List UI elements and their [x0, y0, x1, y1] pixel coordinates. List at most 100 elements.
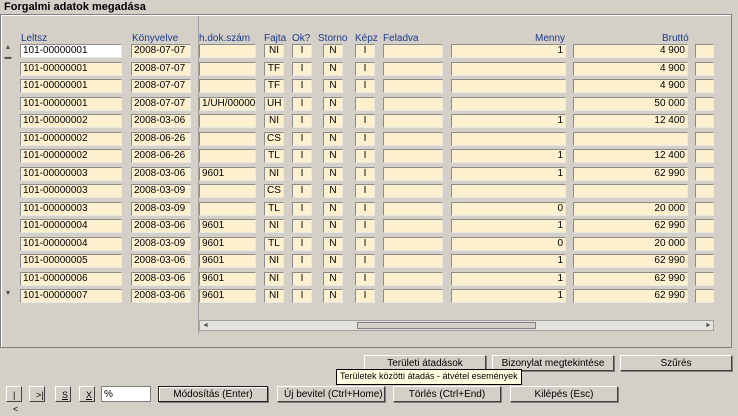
cell-storno[interactable]: N: [323, 184, 343, 198]
cell-fajta[interactable]: NI: [264, 44, 284, 58]
cell-menny[interactable]: [451, 79, 566, 93]
kilepes-button[interactable]: Kilépés (Esc): [510, 386, 618, 402]
cell-fajta[interactable]: TL: [264, 149, 284, 163]
cell-feladva[interactable]: [383, 149, 443, 163]
cell-ok[interactable]: I: [292, 289, 312, 303]
cell-fajta[interactable]: TF: [264, 61, 284, 76]
scroll-up-icon[interactable]: ▲: [4, 44, 12, 52]
cell-kepz[interactable]: I: [355, 201, 375, 216]
cell-storno[interactable]: N: [323, 236, 343, 251]
cell-extra[interactable]: [695, 61, 714, 76]
szures-button[interactable]: Szűrés: [620, 355, 732, 371]
cell-brutto[interactable]: 62 990: [573, 254, 688, 268]
cell-fajta[interactable]: NI: [264, 166, 284, 181]
cell-menny[interactable]: [451, 184, 566, 198]
cell-leltsz[interactable]: 101-00000001: [20, 61, 122, 76]
scroll-down-icon[interactable]: ▼: [4, 290, 12, 298]
cell-kepz[interactable]: I: [355, 254, 375, 268]
cell-konyv[interactable]: 2008-03-06: [131, 114, 191, 128]
cell-fajta[interactable]: NI: [264, 289, 284, 303]
cell-feladva[interactable]: [383, 131, 443, 146]
cell-leltsz[interactable]: 101-00000001: [20, 96, 122, 111]
cell-konyv[interactable]: 2008-07-07: [131, 79, 191, 93]
cell-leltsz[interactable]: 101-00000005: [20, 254, 122, 268]
cell-brutto[interactable]: 20 000: [573, 236, 688, 251]
cell-brutto[interactable]: 4 900: [573, 79, 688, 93]
cell-leltsz[interactable]: 101-00000001: [20, 44, 122, 58]
cell-fajta[interactable]: NI: [264, 219, 284, 233]
cell-extra[interactable]: [695, 254, 714, 268]
cell-ok[interactable]: I: [292, 96, 312, 111]
cell-menny[interactable]: 0: [451, 201, 566, 216]
cell-feladva[interactable]: [383, 201, 443, 216]
horizontal-scroll-thumb[interactable]: [357, 322, 536, 329]
cell-feladva[interactable]: [383, 61, 443, 76]
cell-kepz[interactable]: I: [355, 79, 375, 93]
cell-konyv[interactable]: 2008-03-09: [131, 236, 191, 251]
cell-ok[interactable]: I: [292, 184, 312, 198]
cell-menny[interactable]: 1: [451, 289, 566, 303]
cell-extra[interactable]: [695, 149, 714, 163]
cell-fajta[interactable]: TF: [264, 79, 284, 93]
cell-fajta[interactable]: NI: [264, 114, 284, 128]
cell-leltsz[interactable]: 101-00000002: [20, 114, 122, 128]
cell-ok[interactable]: I: [292, 271, 312, 286]
cell-hdok[interactable]: [199, 201, 256, 216]
cell-feladva[interactable]: [383, 289, 443, 303]
cell-feladva[interactable]: [383, 236, 443, 251]
cell-feladva[interactable]: [383, 254, 443, 268]
cell-konyv[interactable]: 2008-03-06: [131, 219, 191, 233]
cell-extra[interactable]: [695, 271, 714, 286]
cell-fajta[interactable]: CS: [264, 184, 284, 198]
cell-extra[interactable]: [695, 96, 714, 111]
cell-brutto[interactable]: 62 990: [573, 289, 688, 303]
cell-fajta[interactable]: TL: [264, 236, 284, 251]
cell-storno[interactable]: N: [323, 271, 343, 286]
cell-menny[interactable]: [451, 61, 566, 76]
cell-brutto[interactable]: 20 000: [573, 201, 688, 216]
cell-extra[interactable]: [695, 289, 714, 303]
cell-ok[interactable]: I: [292, 219, 312, 233]
cell-extra[interactable]: [695, 131, 714, 146]
cell-ok[interactable]: I: [292, 79, 312, 93]
cell-extra[interactable]: [695, 44, 714, 58]
cell-kepz[interactable]: I: [355, 166, 375, 181]
cell-konyv[interactable]: 2008-06-26: [131, 149, 191, 163]
cell-kepz[interactable]: I: [355, 149, 375, 163]
uj-bevitel-button[interactable]: Új bevitel (Ctrl+Home): [277, 386, 385, 402]
cell-storno[interactable]: N: [323, 44, 343, 58]
horizontal-scrollbar[interactable]: [199, 320, 714, 331]
cell-storno[interactable]: N: [323, 96, 343, 111]
cell-hdok[interactable]: [199, 184, 256, 198]
cell-leltsz[interactable]: 101-00000007: [20, 289, 122, 303]
cell-extra[interactable]: [695, 114, 714, 128]
cell-konyv[interactable]: 2008-07-07: [131, 61, 191, 76]
cell-hdok[interactable]: 9601: [199, 289, 256, 303]
cell-menny[interactable]: 1: [451, 166, 566, 181]
cell-leltsz[interactable]: 101-00000002: [20, 131, 122, 146]
cell-storno[interactable]: N: [323, 114, 343, 128]
cell-storno[interactable]: N: [323, 79, 343, 93]
cell-feladva[interactable]: [383, 184, 443, 198]
cell-konyv[interactable]: 2008-07-07: [131, 96, 191, 111]
cell-ok[interactable]: I: [292, 254, 312, 268]
cell-brutto[interactable]: 12 400: [573, 114, 688, 128]
cell-kepz[interactable]: I: [355, 131, 375, 146]
cell-feladva[interactable]: [383, 79, 443, 93]
cell-storno[interactable]: N: [323, 131, 343, 146]
cell-hdok[interactable]: [199, 44, 256, 58]
cell-brutto[interactable]: 12 400: [573, 149, 688, 163]
s-button[interactable]: S: [55, 386, 71, 402]
cell-menny[interactable]: 1: [451, 149, 566, 163]
cell-hdok[interactable]: 9601: [199, 271, 256, 286]
cell-brutto[interactable]: 50 000: [573, 96, 688, 111]
cell-extra[interactable]: [695, 79, 714, 93]
cell-leltsz[interactable]: 101-00000001: [20, 79, 122, 93]
cell-ok[interactable]: I: [292, 61, 312, 76]
cell-hdok[interactable]: 9601: [199, 236, 256, 251]
cell-extra[interactable]: [695, 166, 714, 181]
cell-konyv[interactable]: 2008-06-26: [131, 131, 191, 146]
cell-extra[interactable]: [695, 201, 714, 216]
cell-ok[interactable]: I: [292, 114, 312, 128]
cell-storno[interactable]: N: [323, 219, 343, 233]
